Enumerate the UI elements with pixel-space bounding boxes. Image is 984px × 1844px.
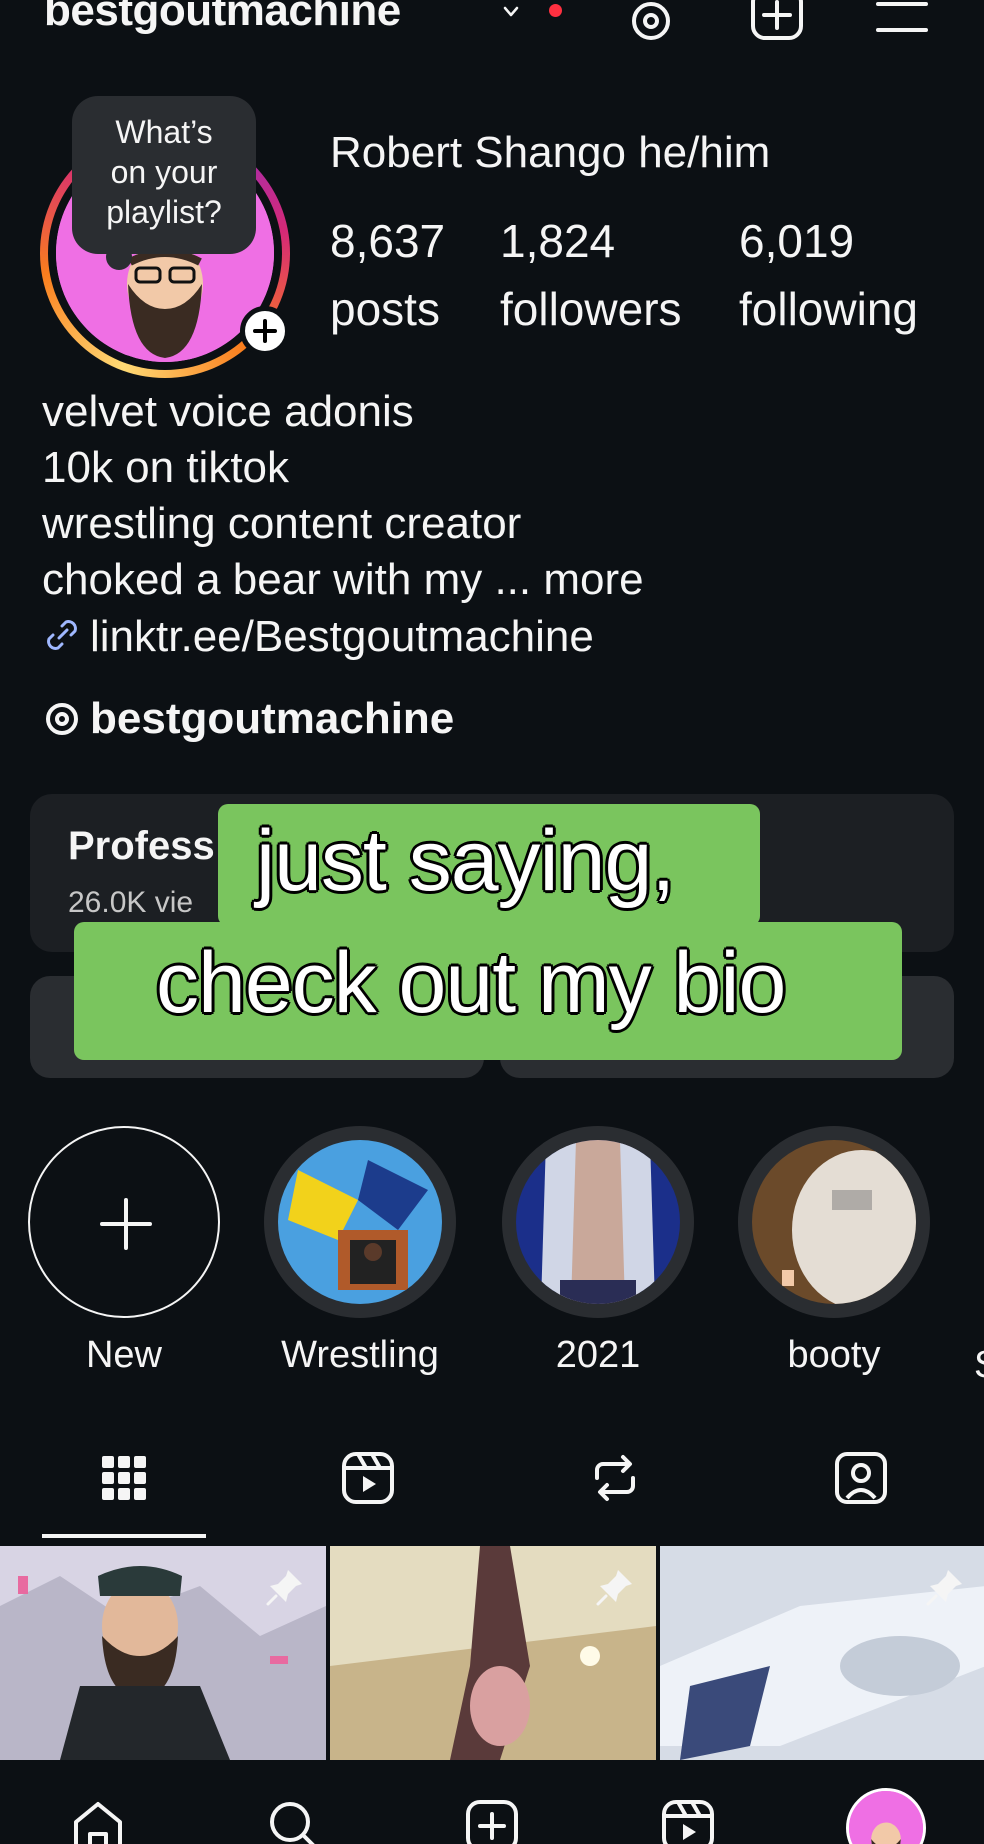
nav-reels[interactable] xyxy=(658,1796,718,1844)
bio-link[interactable]: linktr.ee/Bestgoutmachine xyxy=(42,612,594,662)
tagged-icon xyxy=(835,1452,887,1504)
tab-reposts[interactable] xyxy=(585,1448,645,1508)
threads-handle: bestgoutmachine xyxy=(90,694,455,743)
tab-posts[interactable] xyxy=(94,1448,154,1508)
highlight-cover xyxy=(752,1140,916,1304)
bio-more-line[interactable]: choked a bear with my ... more xyxy=(42,552,644,608)
highlight-label: 2021 xyxy=(555,1334,641,1376)
following-label: following xyxy=(739,283,918,335)
following-stat[interactable]: 6,019 following xyxy=(739,214,918,336)
reels-icon xyxy=(342,1452,394,1504)
following-count: 6,019 xyxy=(739,215,855,267)
create-plus-icon[interactable] xyxy=(748,0,806,42)
threads-icon xyxy=(46,703,78,735)
bio-line: velvet voice adonis xyxy=(42,387,414,436)
pin-icon xyxy=(596,1570,632,1606)
highlight-label-partial: S xyxy=(974,1344,984,1387)
nav-search[interactable] xyxy=(264,1796,324,1844)
search-icon xyxy=(270,1802,315,1844)
add-story-icon[interactable] xyxy=(240,306,290,356)
followers-count: 1,824 xyxy=(500,215,616,267)
highlight-new-circle xyxy=(28,1126,220,1318)
chevron-down-icon[interactable] xyxy=(503,4,519,20)
highlight-cover xyxy=(278,1140,442,1304)
followers-stat[interactable]: 1,824 followers xyxy=(500,214,682,336)
posts-count: 8,637 xyxy=(330,215,446,267)
caption-line-1: just saying, xyxy=(256,813,675,909)
profile-avatar-icon xyxy=(849,1791,923,1844)
top-bar: bestgoutmachine xyxy=(0,0,984,48)
highlight-label: New xyxy=(85,1334,163,1376)
create-icon xyxy=(466,1800,518,1844)
highlight-label: booty xyxy=(787,1334,881,1376)
plus-icon xyxy=(100,1198,152,1250)
reels-icon xyxy=(662,1800,714,1844)
grid-icon xyxy=(102,1456,146,1500)
pin-icon xyxy=(926,1570,962,1606)
bio-link-text: linktr.ee/Bestgoutmachine xyxy=(90,612,594,661)
threads-icon[interactable] xyxy=(626,0,676,42)
grid-post[interactable] xyxy=(330,1546,656,1760)
threads-badge[interactable]: bestgoutmachine xyxy=(42,694,454,744)
highlight-2021[interactable]: 2021 xyxy=(502,1126,694,1377)
bio-line: wrestling content creator xyxy=(42,499,522,548)
highlight-cover xyxy=(516,1140,680,1304)
note-text: What’s on your playlist? xyxy=(106,114,222,230)
notification-dot xyxy=(549,4,562,17)
nav-profile-avatar[interactable] xyxy=(846,1788,926,1844)
home-icon xyxy=(74,1802,122,1844)
nav-create[interactable] xyxy=(462,1796,522,1844)
grid-post[interactable] xyxy=(660,1546,984,1760)
tab-reels[interactable] xyxy=(338,1448,398,1508)
profile-tabs xyxy=(0,1440,984,1540)
menu-icon[interactable] xyxy=(874,0,930,42)
bio: velvet voice adonis 10k on tiktok wrestl… xyxy=(42,384,644,608)
highlight-wrestling[interactable]: Wrestling xyxy=(264,1126,456,1377)
followers-label: followers xyxy=(500,283,682,335)
posts-label: posts xyxy=(330,283,440,335)
tab-tagged[interactable] xyxy=(831,1448,891,1508)
posts-stat[interactable]: 8,637 posts xyxy=(330,214,445,336)
highlight-new[interactable]: New xyxy=(28,1126,220,1377)
active-tab-indicator xyxy=(42,1534,206,1538)
highlight-label: Wrestling xyxy=(281,1334,439,1376)
dashboard-subtitle: 26.0K vie xyxy=(68,886,194,919)
reposts-icon xyxy=(595,1455,635,1501)
profile-full-name: Robert Shango he/him xyxy=(330,128,771,177)
note-bubble[interactable]: What’s on your playlist? xyxy=(72,96,256,254)
bottom-nav xyxy=(0,1760,984,1844)
profile-username[interactable]: bestgoutmachine xyxy=(44,0,401,36)
bio-line: 10k on tiktok xyxy=(42,443,290,492)
link-icon xyxy=(47,620,77,650)
pin-icon xyxy=(266,1570,302,1606)
highlight-booty[interactable]: booty xyxy=(738,1126,930,1377)
dashboard-title: Profess xyxy=(68,824,215,868)
nav-home[interactable] xyxy=(68,1796,128,1844)
caption-line-2: check out my bio xyxy=(156,935,786,1031)
grid-post[interactable] xyxy=(0,1546,326,1760)
